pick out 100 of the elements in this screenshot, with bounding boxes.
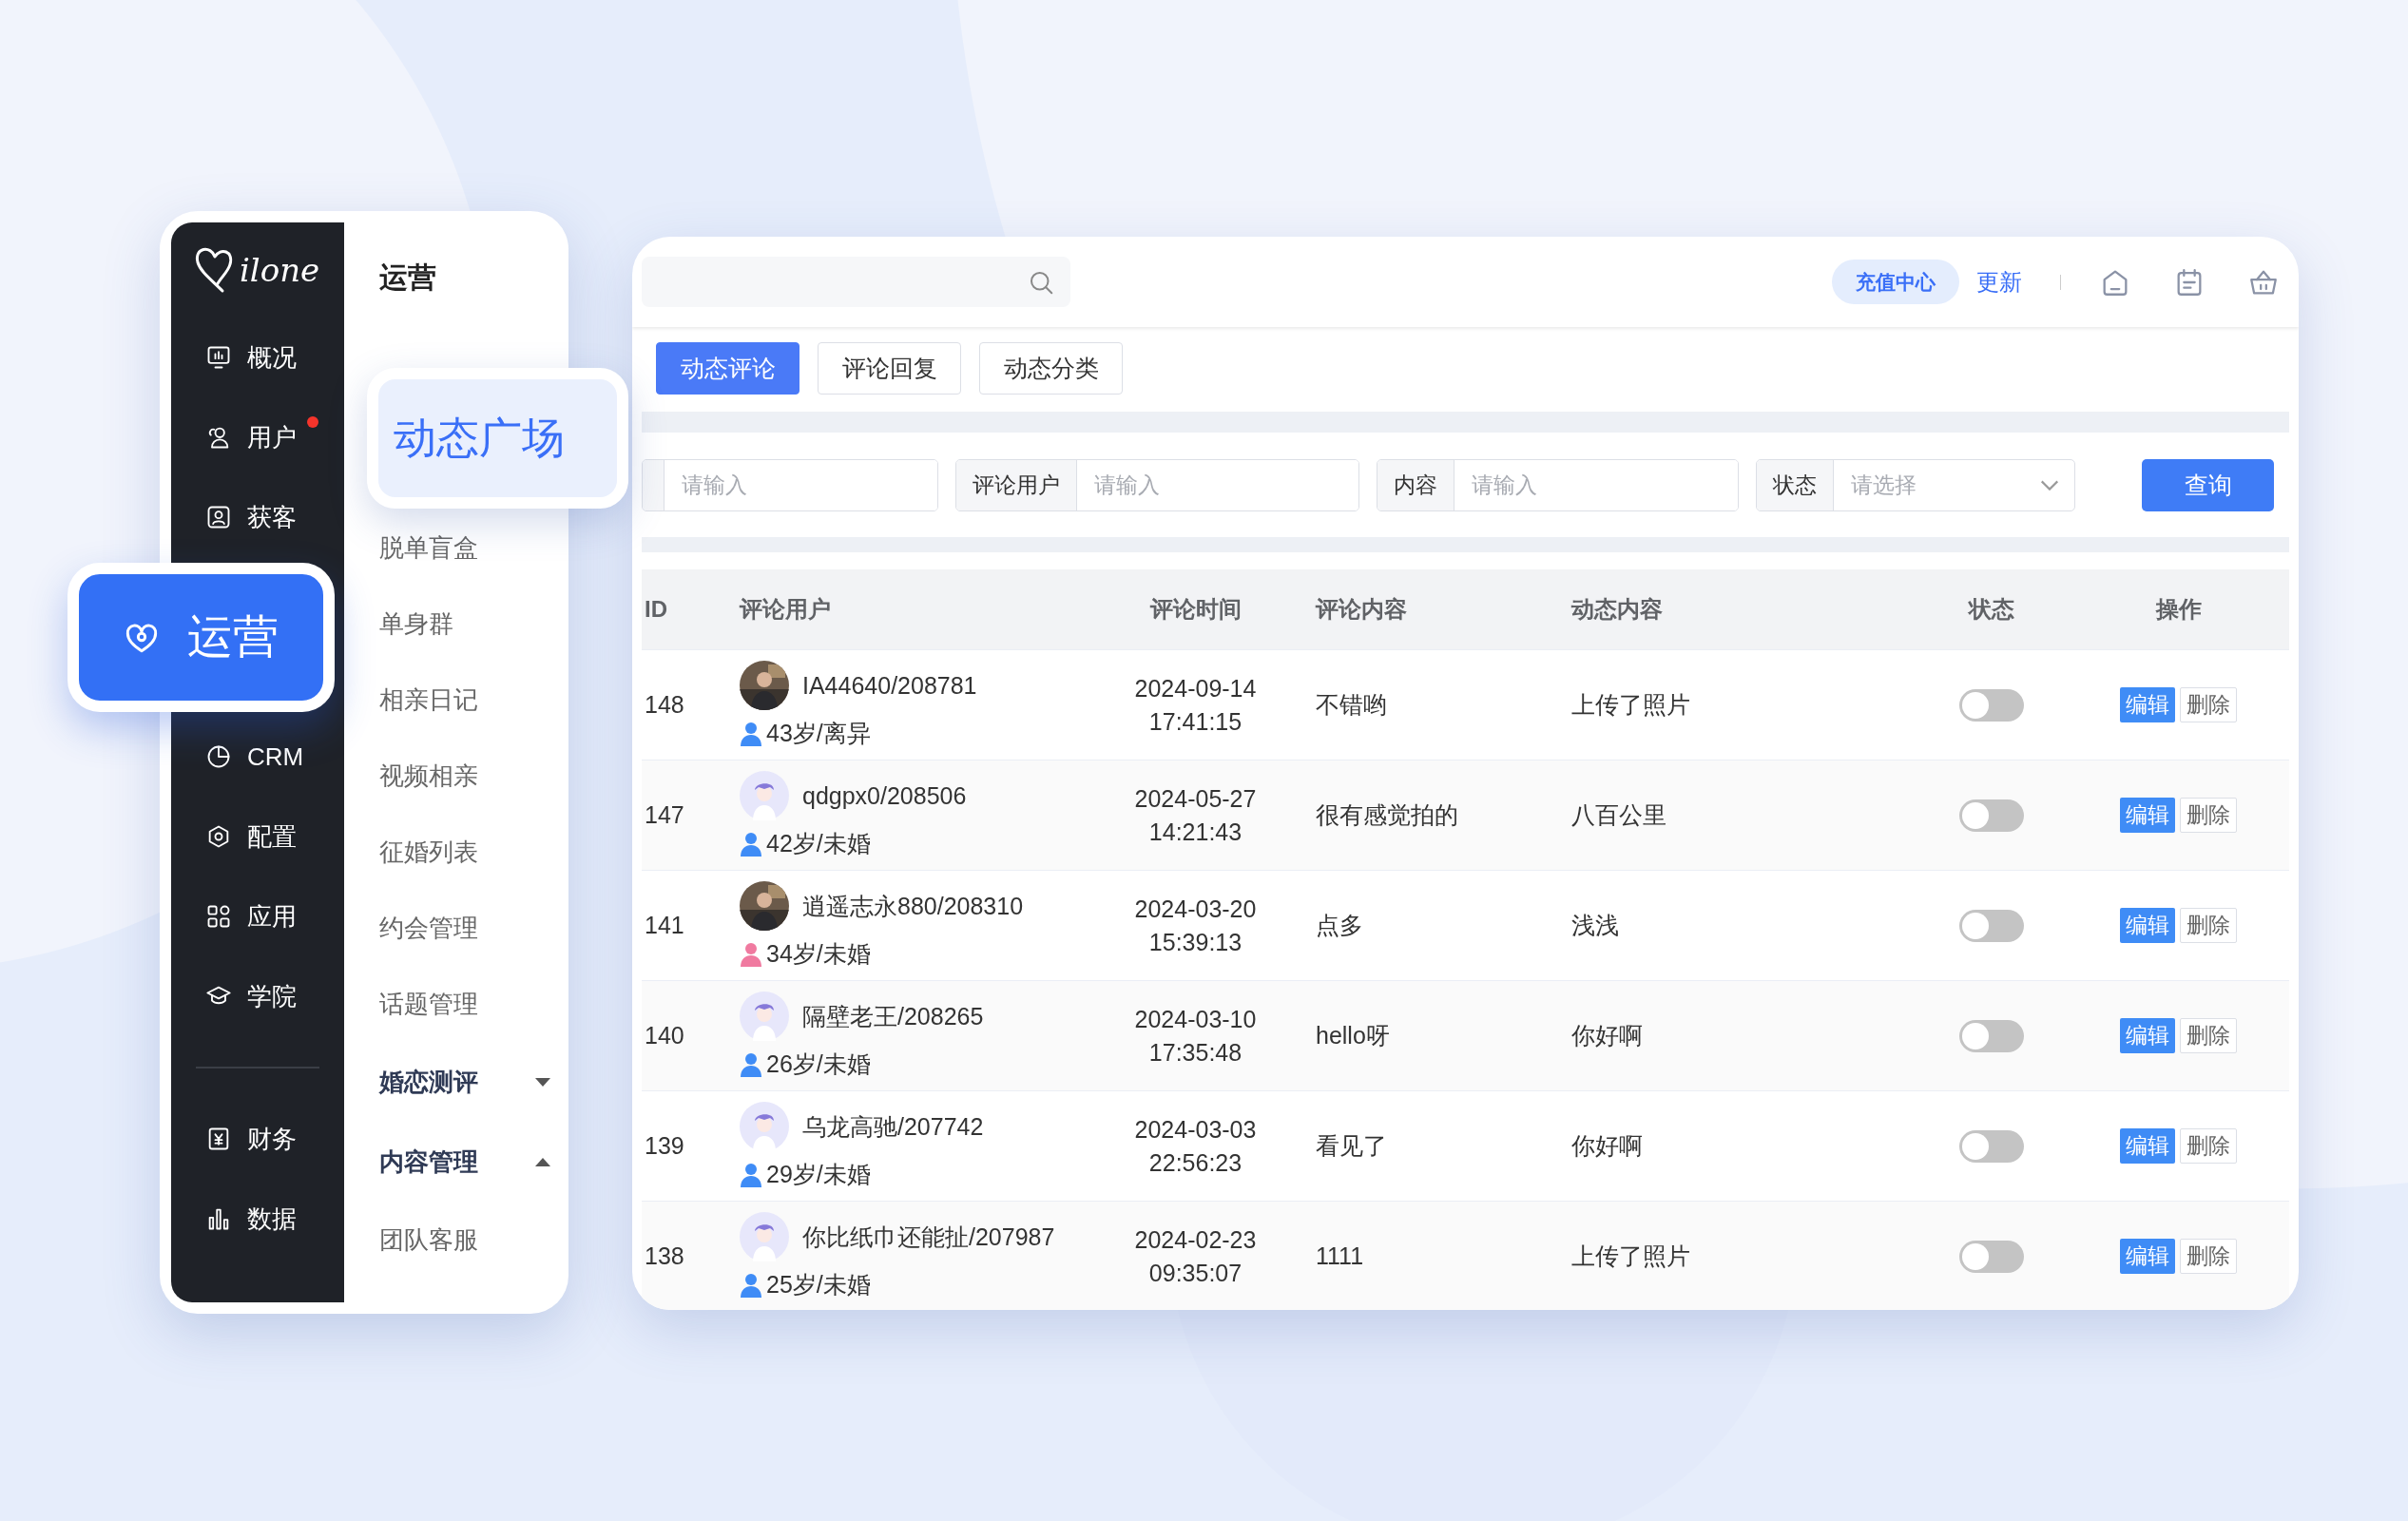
user-profile: 25岁/未婚 <box>766 1270 871 1300</box>
filter-field[interactable]: 内容 请输入 <box>1377 459 1739 511</box>
table-cell: 17:35:48 <box>1148 1038 1243 1067</box>
user-name: 逍遥志永880/208310 <box>802 891 1024 921</box>
rail-item[interactable]: CRM <box>171 717 344 797</box>
tab[interactable]: 动态评论 <box>656 342 799 395</box>
user-name: 你比纸巾还能扯/207987 <box>802 1222 1055 1252</box>
edit-button[interactable]: 编辑 <box>2120 1128 2175 1164</box>
tab[interactable]: 评论回复 <box>818 342 961 395</box>
search-field[interactable] <box>642 257 1070 307</box>
column-header: 评论内容 <box>1316 595 1407 624</box>
id-card-icon <box>205 504 232 530</box>
delete-button[interactable]: 删除 <box>2180 798 2237 833</box>
table-cell-text: 上传了照片 <box>1571 1242 1690 1271</box>
edit-button[interactable]: 编辑 <box>2120 798 2175 833</box>
filter-field[interactable]: 评论用户 请输入 <box>955 459 1359 511</box>
submenu-item[interactable]: 话题管理 <box>344 966 557 1042</box>
edit-button[interactable]: 编辑 <box>2120 687 2175 722</box>
toggle-switch[interactable] <box>1959 688 2024 722</box>
table-cell: 2024-05-27 <box>1134 784 1257 813</box>
table-cell-text: hello呀 <box>1316 1021 1390 1050</box>
table-cell: 22:56:23 <box>1148 1148 1243 1177</box>
submenu-title: 运营 <box>378 260 437 295</box>
table-cell-text: 不错哟 <box>1316 690 1387 720</box>
user-profile: 43岁/离异 <box>766 719 871 748</box>
update-link[interactable]: 更新 <box>1976 266 2022 298</box>
delete-button[interactable]: 删除 <box>2180 1239 2237 1274</box>
toggle-switch[interactable] <box>1959 1019 2024 1052</box>
table-cell-text: 点多 <box>1316 911 1363 940</box>
table-cell: 15:39:13 <box>1148 928 1243 956</box>
table-cell: 141 <box>645 912 684 939</box>
edit-button[interactable]: 编辑 <box>2120 908 2175 943</box>
recharge-button[interactable]: 充值中心 <box>1832 260 1959 304</box>
user-name: 隔壁老王/208265 <box>802 1001 984 1031</box>
rail-item[interactable]: 配置 <box>171 797 344 876</box>
submenu-group[interactable]: 内容管理 <box>344 1122 557 1202</box>
table-cell: 147 <box>645 801 684 829</box>
delete-button[interactable]: 删除 <box>2180 1018 2237 1053</box>
table-cell: 139 <box>645 1132 684 1160</box>
table-cell: 1111 <box>1316 1242 1364 1270</box>
table-cell: 14:21:43 <box>1148 818 1243 846</box>
table-cell: 2024-03-03 <box>1134 1115 1257 1144</box>
user-profile: 34岁/未婚 <box>766 939 871 969</box>
toggle-switch[interactable] <box>1959 1129 2024 1163</box>
filter-field[interactable]: 状态 请选择 <box>1756 459 2075 511</box>
table-cell: 2024-03-20 <box>1134 895 1257 923</box>
user-name: qdgpx0/208506 <box>802 781 967 810</box>
table-cell-text: 八百公里 <box>1571 800 1666 830</box>
table-cell-text: 看见了 <box>1316 1131 1387 1161</box>
table-cell-text: 很有感觉拍的 <box>1316 800 1458 830</box>
delete-button[interactable]: 删除 <box>2180 908 2237 943</box>
table-cell: 2024-03-10 <box>1134 1005 1257 1033</box>
submenu-item[interactable]: 约会管理 <box>344 890 557 966</box>
rail-item[interactable]: 财务 <box>171 1099 344 1179</box>
grid-icon <box>205 903 232 930</box>
rail-item[interactable]: 学院 <box>171 956 344 1036</box>
column-header: 操作 <box>2155 595 2202 624</box>
monitor-chart-icon <box>205 344 232 371</box>
delete-button[interactable]: 删除 <box>2180 1128 2237 1164</box>
submenu-item[interactable]: 征婚列表 <box>344 814 557 890</box>
avatar-icon <box>740 1212 789 1261</box>
submenu-item[interactable]: 视频相亲 <box>344 738 557 814</box>
rail-item[interactable]: 用户 <box>171 397 344 477</box>
submenu-item[interactable]: 团队客服 <box>344 1202 557 1278</box>
toggle-switch[interactable] <box>1959 1240 2024 1273</box>
column-header: 动态内容 <box>1571 595 1663 624</box>
avatar-icon <box>740 771 789 820</box>
pie-chart-icon <box>205 743 232 770</box>
table-cell: 17:41:15 <box>1148 707 1243 736</box>
avatar-icon <box>740 992 789 1041</box>
column-header: 评论时间 <box>1149 595 1242 624</box>
table-cell-text: 浅浅 <box>1571 911 1619 940</box>
rail-item[interactable]: 概况 <box>171 318 344 397</box>
delete-button[interactable]: 删除 <box>2180 687 2237 722</box>
toggle-switch[interactable] <box>1959 799 2024 832</box>
column-header: ID <box>645 596 667 623</box>
avatar-icon <box>740 1102 789 1151</box>
table-cell: 138 <box>645 1242 684 1270</box>
edit-button[interactable]: 编辑 <box>2120 1239 2175 1274</box>
table-cell: 2024-02-23 <box>1134 1225 1257 1254</box>
logo-text: ilone <box>240 251 320 289</box>
user-profile: 29岁/未婚 <box>766 1160 871 1189</box>
chevron-down-icon <box>2040 480 2059 491</box>
submenu-item[interactable]: 单身群 <box>344 586 557 662</box>
edit-button[interactable]: 编辑 <box>2120 1018 2175 1053</box>
search-button[interactable]: 查询 <box>2142 459 2274 511</box>
table-cell: 2024-09-14 <box>1134 674 1257 703</box>
user-name: IA44640/208781 <box>802 671 977 700</box>
submenu-item[interactable]: 脱单盲盒 <box>344 510 557 586</box>
tab[interactable]: 动态分类 <box>979 342 1123 395</box>
submenu-group[interactable]: 婚恋测评 <box>344 1042 557 1122</box>
toggle-switch[interactable] <box>1959 909 2024 942</box>
submenu-item[interactable]: 相亲日记 <box>344 662 557 738</box>
rail-item[interactable]: 数据 <box>171 1179 344 1259</box>
column-header: 评论用户 <box>740 595 831 624</box>
rail-item[interactable]: 应用 <box>171 876 344 956</box>
table-cell: 09:35:07 <box>1148 1259 1243 1287</box>
user-name: 乌龙高驰/207742 <box>802 1111 984 1142</box>
rail-item[interactable]: 运营 <box>67 562 335 712</box>
rail-item[interactable]: 获客 <box>171 477 344 557</box>
